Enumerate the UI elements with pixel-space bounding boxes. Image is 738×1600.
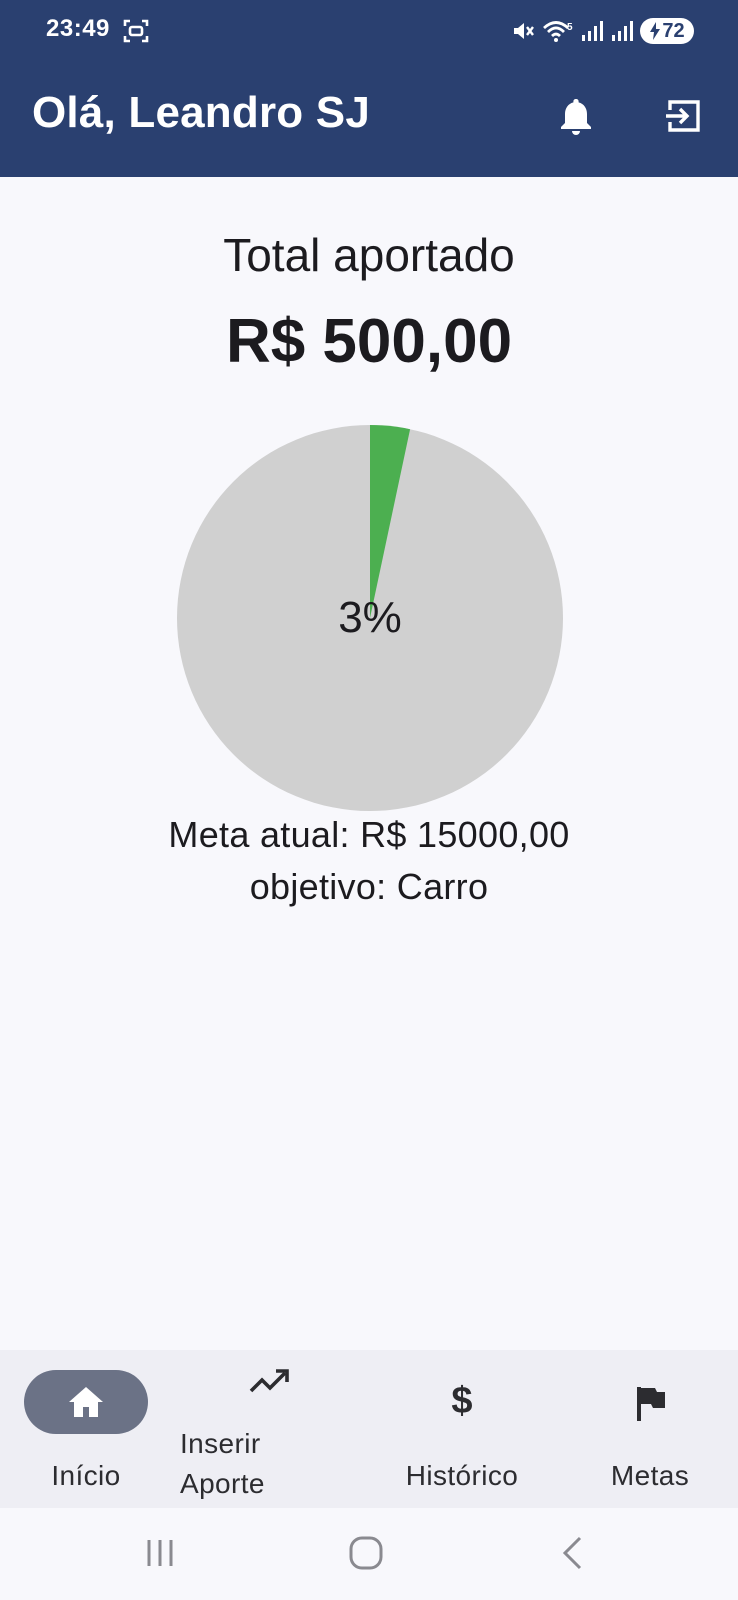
nav-item-inicio[interactable]: Início (0, 1350, 172, 1508)
signal-icon (580, 19, 604, 43)
nav-item-inserir-aporte[interactable]: Inserir Aporte (172, 1350, 362, 1508)
dollar-icon: $ (451, 1379, 473, 1422)
home-icon (66, 1384, 106, 1420)
nav-label: Histórico (405, 1460, 519, 1491)
total-contributed-label: Total aportado (223, 229, 515, 281)
back-icon (560, 1535, 588, 1576)
recent-apps-button[interactable] (130, 1530, 190, 1580)
nav-label: Início (51, 1460, 121, 1491)
goal-progress-chart: 3% (177, 425, 563, 811)
wifi-icon: 5 (542, 18, 574, 44)
recent-apps-icon (143, 1537, 177, 1574)
screen-record-icon (122, 17, 150, 45)
current-goal-amount: Meta atual: R$ 15000,00 (168, 814, 570, 855)
back-button[interactable] (544, 1530, 604, 1580)
flag-icon (634, 1384, 668, 1422)
status-icons: 5 72 (510, 16, 694, 46)
signal-icon (610, 19, 634, 43)
trending-up-icon (248, 1366, 292, 1396)
home-button[interactable] (336, 1530, 396, 1580)
logout-icon (664, 96, 704, 141)
nav-item-historico[interactable]: $ Histórico (362, 1350, 562, 1508)
bottom-navigation: Início Inserir Aporte $ Histórico Metas (0, 1350, 738, 1508)
bell-icon (558, 96, 594, 141)
current-goal-objective: objetivo: Carro (249, 866, 489, 907)
battery-charging-icon (649, 22, 661, 40)
logout-button[interactable] (660, 94, 708, 142)
system-navigation-bar (0, 1508, 738, 1600)
total-contributed-value: R$ 500,00 (225, 307, 513, 376)
app-top-bar: 23:49 5 72 Olá, Leandro SJ (0, 0, 738, 177)
home-circle-icon (348, 1535, 384, 1576)
nav-label: Inserir Aporte (180, 1428, 265, 1499)
nav-label: Metas (610, 1460, 690, 1491)
page-title: Olá, Leandro SJ (32, 88, 370, 137)
nav-item-metas[interactable]: Metas (562, 1350, 738, 1508)
status-time: 23:49 (46, 15, 110, 42)
battery-level: 72 (662, 19, 685, 42)
battery-indicator: 72 (640, 18, 694, 44)
notifications-button[interactable] (552, 94, 600, 142)
progress-percentage: 3% (338, 593, 402, 642)
mute-icon (510, 18, 536, 44)
svg-text:5: 5 (567, 22, 573, 33)
